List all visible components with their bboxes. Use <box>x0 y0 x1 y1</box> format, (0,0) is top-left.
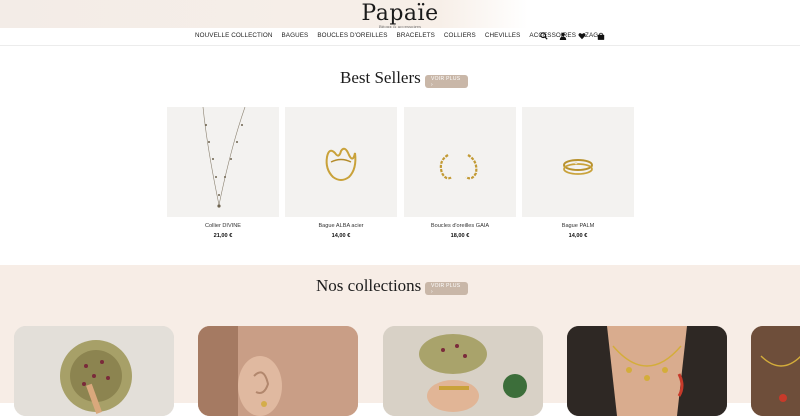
product-card[interactable]: Collier DIVINE 21,00 € <box>167 106 279 239</box>
product-price: 21,00 € <box>213 233 233 239</box>
collections-title: Nos collections <box>316 276 422 295</box>
user-icon[interactable] <box>558 30 567 42</box>
product-name[interactable]: Bague ALBA acier <box>285 223 397 229</box>
product-card[interactable]: Bague ALBA acier 14,00 € <box>285 107 397 239</box>
nav-item-boucles-doreilles[interactable]: BOUCLES D'OREILLES <box>317 32 387 39</box>
product-price: 14,00 € <box>331 233 351 239</box>
search-icon[interactable] <box>539 30 548 42</box>
nav-item-bracelets[interactable]: BRACELETS <box>397 32 435 39</box>
product-image[interactable] <box>285 107 397 217</box>
necklace-image <box>202 106 246 208</box>
main-navigation: NOUVELLE COLLECTION BAGUES BOUCLES D'ORE… <box>0 28 800 46</box>
best-sellers-title: Best Sellers <box>340 68 421 87</box>
product-name[interactable]: Boucles d'oreilles GAIA <box>404 223 516 229</box>
nav-menu: NOUVELLE COLLECTION BAGUES BOUCLES D'ORE… <box>195 32 598 39</box>
site-logo[interactable]: Papaïe Bijoux & accessoires <box>360 1 440 30</box>
nav-item-colliers[interactable]: COLLIERS <box>444 32 476 39</box>
logo-wordmark: Papaïe <box>361 1 439 26</box>
product-card[interactable]: Bague PALM 14,00 € <box>522 107 634 239</box>
nav-item-bagues[interactable]: BAGUES <box>281 32 308 39</box>
product-image[interactable] <box>167 106 279 217</box>
product-image[interactable] <box>522 107 634 217</box>
ring-image <box>325 147 357 181</box>
best-sellers-voir-plus-button[interactable]: VOIR PLUS › <box>425 75 468 88</box>
product-name[interactable]: Collier DIVINE <box>167 223 279 229</box>
product-price: 14,00 € <box>568 233 588 239</box>
heart-icon[interactable] <box>577 30 586 42</box>
product-image[interactable] <box>404 107 516 217</box>
product-name[interactable]: Bague PALM <box>522 223 634 229</box>
ring-image <box>563 159 593 175</box>
nav-item-nouvelle-collection[interactable]: NOUVELLE COLLECTION <box>195 32 272 39</box>
product-price: 18,00 € <box>450 233 470 239</box>
collections-voir-plus-button[interactable]: VOIR PLUS › <box>425 282 468 295</box>
product-card[interactable]: Boucles d'oreilles GAIA 18,00 € <box>404 107 516 239</box>
earrings-image <box>439 154 478 180</box>
nav-icons <box>539 30 605 42</box>
bag-icon[interactable] <box>596 30 605 42</box>
nav-item-chevilles[interactable]: CHEVILLES <box>485 32 521 39</box>
